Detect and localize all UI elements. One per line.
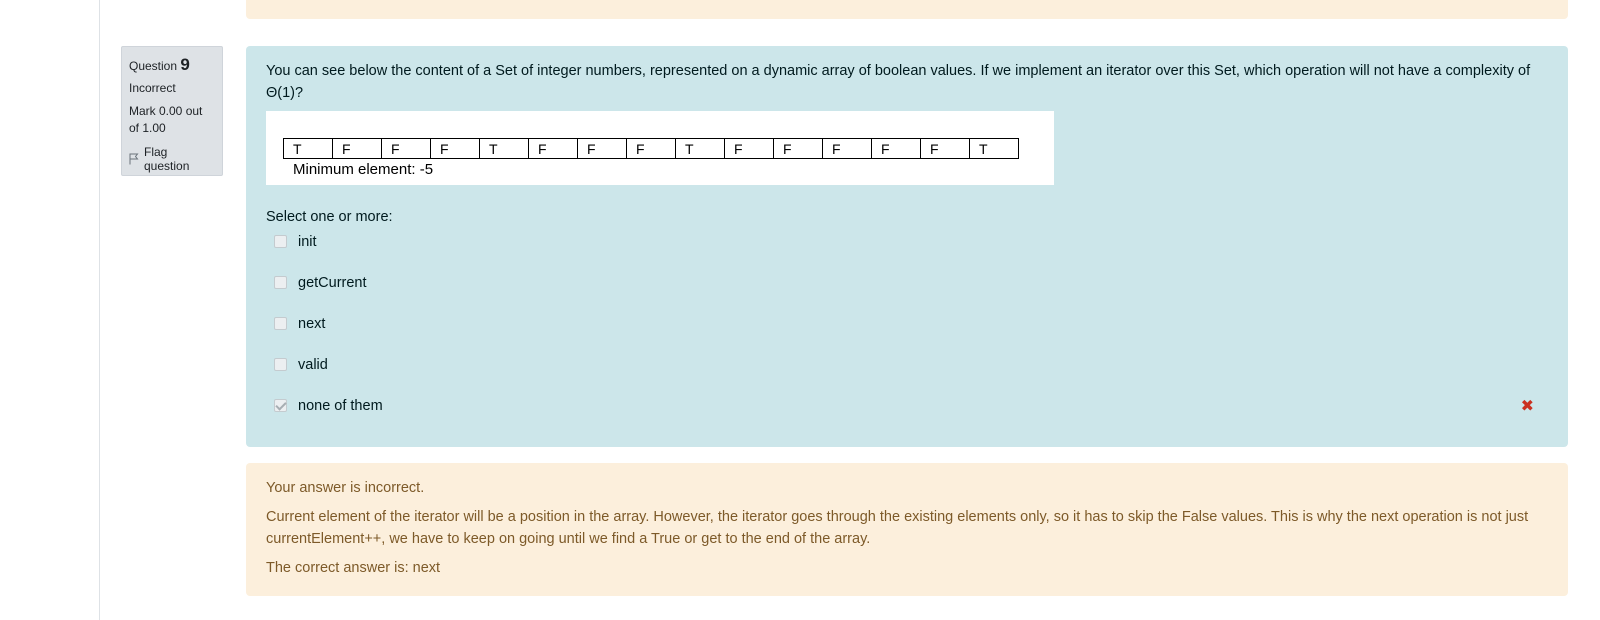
option-getcurrent[interactable]: getCurrent — [266, 272, 1548, 313]
boolean-array: TFFFTFFFTFFFFFT — [283, 138, 1019, 159]
option-getcurrent-checkbox[interactable] — [274, 276, 287, 289]
array-cell: T — [479, 138, 529, 159]
feedback-panel: Your answer is incorrect. Current elemen… — [246, 463, 1568, 596]
question-state: Incorrect — [129, 81, 176, 95]
option-none-of-them-label: none of them — [298, 398, 383, 414]
incorrect-icon: ✖ — [1520, 398, 1534, 415]
option-next[interactable]: next — [266, 313, 1548, 354]
question-text: You can see below the content of a Set o… — [266, 63, 1531, 101]
array-cell: F — [822, 138, 872, 159]
option-init-checkbox[interactable] — [274, 235, 287, 248]
array-cell: F — [724, 138, 774, 159]
minimum-element-label: Minimum element: -5 — [293, 161, 434, 178]
right-answer: The correct answer is: next — [266, 560, 441, 576]
option-valid-checkbox[interactable] — [274, 358, 287, 371]
answer-options: init getCurrent next valid none of them … — [266, 231, 1548, 436]
array-cell: F — [773, 138, 823, 159]
option-valid[interactable]: valid — [266, 354, 1548, 395]
array-cell: F — [577, 138, 627, 159]
array-cell: F — [626, 138, 676, 159]
array-cell: T — [675, 138, 725, 159]
question-grade: Mark 0.00 out of 1.00 — [129, 104, 203, 135]
feedback-status: Your answer is incorrect. — [266, 480, 425, 496]
array-cell: F — [332, 138, 382, 159]
array-figure: TFFFTFFFTFFFFFT Minimum element: -5 — [266, 111, 1054, 185]
array-cell: F — [381, 138, 431, 159]
option-next-label: next — [298, 316, 326, 332]
array-cell: T — [969, 138, 1019, 159]
option-init-label: init — [298, 234, 317, 250]
question-info-panel: Question 9 Incorrect Mark 0.00 out of 1.… — [121, 46, 223, 176]
flag-question-label: Flag question — [144, 145, 190, 173]
flag-icon — [129, 153, 139, 165]
array-cell: F — [920, 138, 970, 159]
general-feedback: Current element of the iterator will be … — [266, 509, 1529, 547]
array-cell: F — [528, 138, 578, 159]
option-init[interactable]: init — [266, 231, 1548, 272]
left-divider — [99, 0, 100, 620]
question-formulation: You can see below the content of a Set o… — [246, 46, 1568, 447]
flag-question-button[interactable]: Flag question — [129, 145, 215, 173]
array-cell: F — [430, 138, 480, 159]
option-none-of-them[interactable]: none of them ✖ — [266, 395, 1548, 436]
option-none-of-them-checkbox[interactable] — [274, 399, 287, 412]
array-cell: F — [871, 138, 921, 159]
previous-question-feedback — [246, 0, 1568, 19]
boolean-array-row: TFFFTFFFTFFFFFT — [283, 138, 1019, 159]
question-word: Question — [129, 59, 178, 73]
array-cell: T — [283, 138, 333, 159]
answer-prompt: Select one or more: — [266, 209, 393, 225]
option-getcurrent-label: getCurrent — [298, 275, 367, 291]
option-valid-label: valid — [298, 357, 328, 373]
question-number-line: Question 9 — [129, 55, 215, 75]
option-next-checkbox[interactable] — [274, 317, 287, 330]
question-number: 9 — [180, 55, 190, 74]
